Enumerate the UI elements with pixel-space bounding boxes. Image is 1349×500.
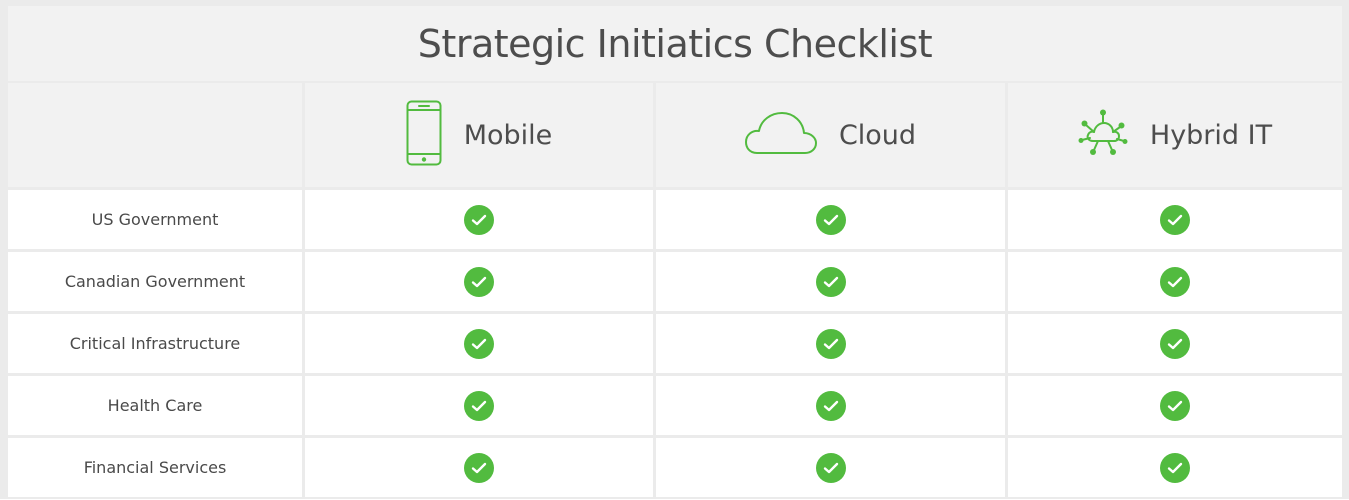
checkmark-icon	[464, 328, 494, 359]
check-cell	[305, 438, 653, 497]
check-cell	[656, 314, 1005, 373]
table-row: Financial Services	[8, 438, 1342, 497]
check-cell	[1008, 252, 1342, 311]
check-cell	[1008, 376, 1342, 435]
check-cell	[305, 376, 653, 435]
checkmark-icon	[1160, 390, 1190, 421]
checkmark-icon	[464, 390, 494, 421]
hybrid-network-cloud-icon	[1078, 108, 1128, 162]
check-cell	[656, 438, 1005, 497]
column-label-mobile: Mobile	[463, 119, 553, 151]
checkmark-icon	[1160, 204, 1190, 235]
row-label: Financial Services	[8, 438, 302, 497]
row-label: US Government	[8, 190, 302, 249]
check-cell	[305, 190, 653, 249]
title-bar: Strategic Initiatics Checklist	[8, 6, 1342, 81]
checkmark-icon	[464, 266, 494, 297]
check-cell	[656, 376, 1005, 435]
checkmark-icon	[815, 266, 846, 297]
checkmark-icon	[815, 452, 846, 483]
cloud-icon	[744, 111, 817, 159]
checkmark-icon	[1160, 452, 1190, 483]
check-cell	[656, 190, 1005, 249]
mobile-phone-icon	[406, 100, 442, 170]
table-row: US Government	[8, 190, 1342, 249]
check-cell	[1008, 190, 1342, 249]
check-cell	[305, 252, 653, 311]
column-label-hybrid-it: Hybrid IT	[1149, 119, 1273, 151]
checkmark-icon	[815, 390, 846, 421]
header-empty-cell	[8, 83, 302, 187]
column-label-cloud: Cloud	[838, 119, 917, 151]
page-title: Strategic Initiatics Checklist	[417, 21, 933, 66]
checkmark-icon	[815, 328, 846, 359]
column-header-cloud: Cloud	[656, 83, 1005, 187]
checkmark-icon	[1160, 266, 1190, 297]
checkmark-icon	[464, 452, 494, 483]
column-header-hybrid-it: Hybrid IT	[1008, 83, 1342, 187]
check-cell	[656, 252, 1005, 311]
table-row: Canadian Government	[8, 252, 1342, 311]
table-row: Health Care	[8, 376, 1342, 435]
checkmark-icon	[464, 204, 494, 235]
checkmark-icon	[1160, 328, 1190, 359]
row-label: Health Care	[8, 376, 302, 435]
checkmark-icon	[815, 204, 846, 235]
checklist-rows: US Government Canadian Government Critical…	[8, 190, 1342, 500]
header-row: Mobile Cloud Hybrid IT	[8, 83, 1342, 187]
row-label: Canadian Government	[8, 252, 302, 311]
checklist-table: Strategic Initiatics Checklist Mobile Cl…	[0, 0, 1349, 499]
check-cell	[1008, 314, 1342, 373]
row-label: Critical Infrastructure	[8, 314, 302, 373]
check-cell	[305, 314, 653, 373]
column-header-mobile: Mobile	[305, 83, 653, 187]
check-cell	[1008, 438, 1342, 497]
table-row: Critical Infrastructure	[8, 314, 1342, 373]
